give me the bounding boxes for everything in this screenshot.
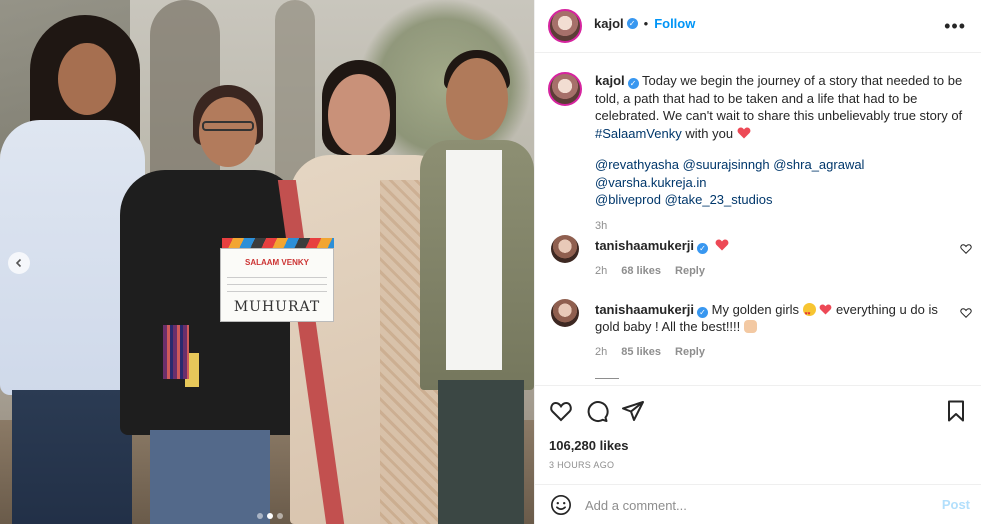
red-heart-icon	[715, 239, 729, 251]
like-heart-icon[interactable]	[549, 399, 573, 423]
mentions-block: @revathyasha @suurajsinngh @shra_agrawal…	[595, 156, 965, 209]
carousel-previous-button[interactable]	[8, 252, 30, 274]
caption-username[interactable]: kajol	[595, 73, 625, 88]
verified-badge-icon: ✓	[697, 243, 708, 254]
glasses	[202, 121, 254, 131]
comment-bubble-icon[interactable]	[585, 399, 609, 423]
comment-avatar[interactable]	[551, 299, 579, 327]
mentions-row-1: @revathyasha @suurajsinngh @shra_agrawal…	[595, 156, 965, 191]
reply-button[interactable]: Reply	[675, 346, 705, 358]
carousel-indicator	[257, 513, 283, 519]
comment-username[interactable]: tanishaamukerji	[595, 302, 694, 317]
author-username[interactable]: kajol	[594, 16, 624, 31]
comment-avatar[interactable]	[551, 235, 579, 263]
carousel-dot	[277, 513, 283, 519]
comment-like-count[interactable]: 85 likes	[621, 346, 661, 358]
comment-meta: 2h 68 likes Reply	[595, 265, 705, 277]
emoji-smiley-icon[interactable]	[550, 494, 572, 516]
red-heart-icon	[819, 304, 832, 315]
post-timestamp: 3 HOURS AGO	[549, 460, 615, 470]
post-comment-button[interactable]: Post	[942, 497, 970, 512]
like-count[interactable]: 106,280 likes	[549, 438, 629, 453]
comment-username[interactable]: tanishaamukerji	[595, 238, 694, 253]
verified-badge-icon: ✓	[627, 78, 639, 89]
more-dots-icon: •••	[944, 16, 966, 36]
chevron-left-icon	[15, 258, 22, 268]
clapping-hands-emoji-icon	[743, 320, 757, 333]
caption-age: 3h	[595, 219, 608, 232]
verified-badge-icon: ✓	[626, 18, 638, 29]
clapboard: SALAAM VENKY MUHURAT	[220, 248, 334, 322]
post-side-panel: kajol ✓ • Follow ••• kajol ✓ Today we beg…	[534, 0, 981, 524]
caption-end: with you	[685, 125, 734, 141]
post-header: kajol ✓ • Follow •••	[535, 0, 981, 53]
carousel-dot-active	[267, 513, 273, 519]
comments-scroll-area[interactable]: kajol ✓ Today we begin the journey of a s…	[535, 54, 981, 384]
mention-link[interactable]: @bliveprod	[595, 192, 661, 207]
more-options-button[interactable]: •••	[944, 16, 966, 37]
mentions-row-2: @bliveprod @take_23_studios	[595, 191, 965, 209]
post-actions: 106,280 likes 3 HOURS AGO Post	[535, 385, 981, 524]
mention-link[interactable]: @suurajsinngh	[683, 157, 770, 172]
post-photo[interactable]: SALAAM VENKY MUHURAT	[0, 0, 534, 524]
comment-like-icon[interactable]	[960, 307, 972, 319]
comment-age: 2h	[595, 265, 608, 277]
clapboard-text: MUHURAT	[233, 299, 321, 315]
comment-like-icon[interactable]	[960, 243, 972, 255]
red-heart-icon	[737, 127, 751, 138]
comment-item: tanishaamukerji ✓	[595, 237, 955, 254]
separator-dot: •	[643, 16, 649, 31]
share-paper-plane-icon[interactable]	[621, 399, 645, 423]
add-comment-bar: Post	[535, 484, 981, 524]
follow-button[interactable]: Follow	[654, 16, 695, 31]
verified-badge-icon: ✓	[697, 307, 708, 318]
heart-eyes-emoji-icon: ♥♥	[802, 303, 816, 317]
comment-age: 2h	[595, 346, 608, 358]
mention-link[interactable]: @varsha.kukreja.in	[595, 175, 706, 190]
post-caption: kajol ✓ Today we begin the journey of a s…	[595, 72, 965, 235]
pouch	[163, 325, 189, 379]
reply-button[interactable]: Reply	[675, 265, 705, 277]
comment-like-count[interactable]: 68 likes	[621, 265, 661, 277]
save-bookmark-icon[interactable]	[944, 399, 968, 423]
clapboard-lines	[227, 271, 327, 297]
person-right	[420, 50, 534, 524]
view-replies-line[interactable]	[595, 378, 619, 379]
add-comment-input[interactable]	[585, 495, 925, 515]
author-avatar[interactable]	[548, 9, 582, 43]
caption-text: Today we begin the journey of a story th…	[595, 73, 963, 123]
comment-text: My golden girls	[711, 302, 800, 317]
mention-link[interactable]: @take_23_studios	[665, 192, 773, 207]
comment-item: tanishaamukerji ✓ My golden girls ♥♥ ever…	[595, 301, 955, 335]
hashtag-link[interactable]: #SalaamVenky	[595, 126, 682, 141]
carousel-dot	[257, 513, 263, 519]
comment-meta: 2h 85 likes Reply	[595, 346, 705, 358]
mention-link[interactable]: @revathyasha	[595, 157, 679, 172]
clapboard-title: SALAAM VENKY	[244, 258, 309, 267]
caption-author-avatar[interactable]	[548, 72, 582, 106]
mention-link[interactable]: @shra_agrawal	[773, 157, 864, 172]
